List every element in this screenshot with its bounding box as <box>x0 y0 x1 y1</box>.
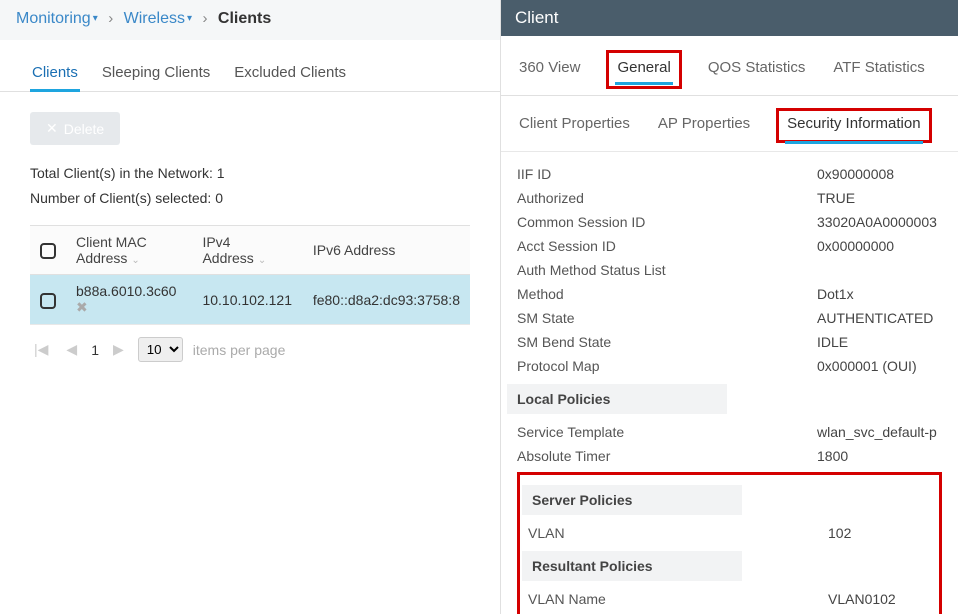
breadcrumb-sep: › <box>202 10 207 27</box>
chevron-down-icon: ▾ <box>187 13 192 24</box>
kv-row: MethodDot1x <box>517 282 942 306</box>
cell-mac: b88a.6010.3c60 <box>76 283 176 299</box>
pager-prev[interactable]: ◀ <box>62 341 81 358</box>
breadcrumb-monitoring[interactable]: Monitoring▾ <box>16 10 98 27</box>
total-clients-value: 1 <box>217 165 225 181</box>
select-all-checkbox[interactable] <box>40 243 56 259</box>
kv-row: VLAN102 <box>528 521 931 545</box>
breadcrumb-sep: › <box>108 10 113 27</box>
section-resultant-policies: Resultant Policies <box>522 551 742 581</box>
kv-row: SM Bend StateIDLE <box>517 330 942 354</box>
tab-client-properties[interactable]: Client Properties <box>517 113 632 138</box>
col-ipv6[interactable]: IPv6 Address <box>303 226 470 275</box>
kv-row: Protocol Map0x000001 (OUI) <box>517 354 942 378</box>
breadcrumb-current: Clients <box>218 10 271 27</box>
kv-row: Absolute Timer1800 <box>517 444 942 468</box>
tab-sleeping-clients[interactable]: Sleeping Clients <box>100 58 212 91</box>
pager-first[interactable]: |◀ <box>30 341 52 358</box>
col-ipv4[interactable]: IPv4 Address⌄ <box>192 226 302 275</box>
cell-ipv4: 10.10.102.121 <box>192 275 302 325</box>
kv-row: Common Session ID33020A0A0000003 <box>517 210 942 234</box>
toolbar: ✕ Delete <box>0 92 500 155</box>
selected-clients-label: Number of Client(s) selected: <box>30 190 211 206</box>
wrench-icon[interactable]: ✖ <box>76 299 88 315</box>
kv-row: Auth Method Status List <box>517 258 942 282</box>
delete-button[interactable]: ✕ Delete <box>30 112 120 145</box>
delete-button-label: Delete <box>64 121 104 137</box>
chevron-down-icon: ▾ <box>93 13 98 24</box>
breadcrumb-wireless[interactable]: Wireless▾ <box>124 10 192 27</box>
sort-icon: ⌄ <box>258 255 266 266</box>
highlighted-policies: Server Policies VLAN102 Resultant Polici… <box>517 472 942 614</box>
items-per-page-label: items per page <box>193 342 286 358</box>
panel-title: Client <box>501 0 958 36</box>
sort-icon: ⌄ <box>131 255 139 266</box>
kv-row: AuthorizedTRUE <box>517 186 942 210</box>
tab-general[interactable]: General <box>615 55 672 84</box>
pager: |◀ ◀ 1 ▶ 10 items per page <box>0 325 500 374</box>
detail-tabs-primary: 360 View General QOS Statistics ATF Stat… <box>501 36 958 96</box>
tab-excluded-clients[interactable]: Excluded Clients <box>232 58 348 91</box>
close-icon: ✕ <box>46 120 58 137</box>
pager-next[interactable]: ▶ <box>109 341 128 358</box>
table-row[interactable]: b88a.6010.3c60 ✖ 10.10.102.121 fe80::d8a… <box>30 275 470 325</box>
detail-body: IIF ID0x90000008 AuthorizedTRUE Common S… <box>501 152 958 614</box>
total-clients-label: Total Client(s) in the Network: <box>30 165 213 181</box>
page-size-select[interactable]: 10 <box>138 337 183 362</box>
tab-clients[interactable]: Clients <box>30 58 80 91</box>
tab-360-view[interactable]: 360 View <box>517 55 582 84</box>
section-local-policies: Local Policies <box>507 384 727 414</box>
breadcrumb: Monitoring▾ › Wireless▾ › Clients <box>0 0 500 40</box>
tab-qos-statistics[interactable]: QOS Statistics <box>706 55 808 84</box>
pager-current: 1 <box>91 342 99 358</box>
kv-row: SM StateAUTHENTICATED <box>517 306 942 330</box>
tab-ap-properties[interactable]: AP Properties <box>656 113 752 138</box>
selected-clients-value: 0 <box>215 190 223 206</box>
section-server-policies: Server Policies <box>522 485 742 515</box>
clients-table: Client MAC Address⌄ IPv4 Address⌄ IPv6 A… <box>30 225 470 325</box>
tab-security-information[interactable]: Security Information <box>785 113 922 138</box>
tab-atf-statistics[interactable]: ATF Statistics <box>831 55 926 84</box>
detail-tabs-secondary: Client Properties AP Properties Security… <box>501 96 958 152</box>
col-mac[interactable]: Client MAC Address⌄ <box>66 226 192 275</box>
kv-row: IIF ID0x90000008 <box>517 162 942 186</box>
stats: Total Client(s) in the Network: 1 Number… <box>0 155 500 217</box>
main-tabs: Clients Sleeping Clients Excluded Client… <box>0 40 500 92</box>
kv-row: VLAN NameVLAN0102 <box>528 587 931 611</box>
kv-row: Service Templatewlan_svc_default-p <box>517 420 942 444</box>
kv-row: Acct Session ID0x00000000 <box>517 234 942 258</box>
cell-ipv6: fe80::d8a2:dc93:3758:8 <box>303 275 470 325</box>
row-checkbox[interactable] <box>40 293 56 309</box>
